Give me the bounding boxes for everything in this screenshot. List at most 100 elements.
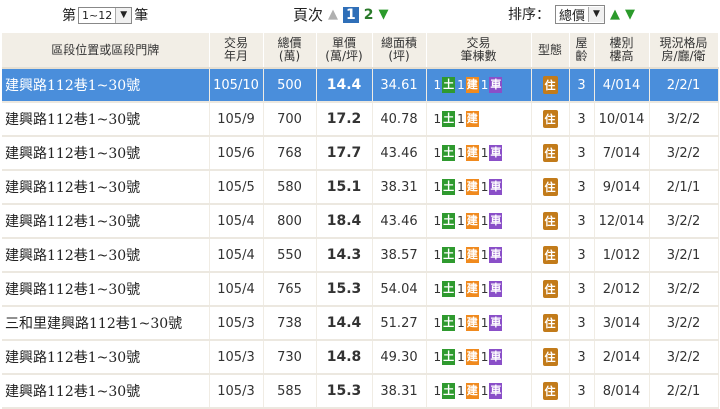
car-count: 1: [480, 146, 489, 160]
table-row[interactable]: 建興路112巷1~30號 105/10 500 14.4 34.61 1 土 1 建 1 車住 3 4/…: [2, 68, 719, 103]
cell-date: 105/4: [209, 272, 264, 307]
chevron-down-icon[interactable]: ▼: [588, 6, 605, 22]
cell-age: 3: [569, 136, 595, 171]
table-row[interactable]: 建興路112巷1~30號 105/3 730 14.8 49.30 1 土 1 建 1 車住 3 2/0…: [2, 340, 719, 375]
cell-unit-price: 15.3: [316, 374, 373, 409]
car-count: 1: [480, 316, 489, 330]
land-count: 1: [433, 248, 442, 262]
table-row[interactable]: 建興路112巷1~30號 105/5 580 15.1 38.31 1 土 1 建 1 車住 3 9/0…: [2, 170, 719, 205]
cell-type: 住: [531, 272, 570, 307]
table-row[interactable]: 建興路112巷1~30號 105/4 800 18.4 43.46 1 土 1 建 1 車住 3 12/…: [2, 204, 719, 239]
building-count: 1: [457, 316, 465, 330]
building-icon: 建: [465, 179, 479, 195]
col-header-type[interactable]: 型態: [531, 33, 570, 69]
land-count: 1: [433, 214, 442, 228]
prev-page-icon[interactable]: ▲: [328, 7, 338, 22]
page-link-2[interactable]: 2: [364, 7, 374, 23]
sort-asc-icon[interactable]: ▲: [610, 7, 620, 22]
range-select[interactable]: 1~12 ▼: [78, 6, 133, 24]
transactions-table: 區段位置或區段門牌 交易 年月 總價 (萬) 單價 (萬/坪) 總面積 (坪) …: [2, 33, 719, 409]
col-header-address[interactable]: 區段位置或區段門牌: [2, 33, 210, 69]
cell-total-price: 800: [263, 204, 317, 239]
cell-type: 住: [531, 136, 570, 171]
cell-unit-price: 14.3: [316, 238, 373, 273]
cell-age: 3: [569, 204, 595, 239]
next-page-icon[interactable]: ▼: [379, 7, 389, 22]
land-icon: 土: [442, 179, 456, 195]
col-header-unit[interactable]: 單價 (萬/坪): [316, 33, 373, 69]
table-row[interactable]: 建興路112巷1~30號 105/6 768 17.7 43.46 1 土 1 建 1 車住 3 7/0…: [2, 136, 719, 171]
car-count: 1: [480, 180, 489, 194]
cell-floor: 2/014: [594, 340, 650, 375]
chevron-down-icon[interactable]: ▼: [115, 7, 132, 23]
building-icon: 建: [465, 315, 479, 331]
cell-layout: 3/2/2: [649, 340, 719, 375]
cell-area: 54.04: [372, 272, 427, 307]
pages-label: 頁次: [293, 6, 324, 24]
cell-area: 38.57: [372, 238, 427, 273]
cell-type: 住: [531, 68, 570, 103]
land-icon: 土: [442, 247, 456, 263]
cell-date: 105/3: [209, 340, 264, 375]
land-icon: 土: [442, 111, 456, 127]
cell-total-price: 580: [263, 170, 317, 205]
cell-layout: 3/2/2: [649, 102, 719, 137]
building-count: 1: [457, 112, 465, 126]
cell-deal-count: 1土1建1車: [426, 170, 532, 205]
cell-address: 建興路112巷1~30號: [2, 68, 210, 103]
cell-deal-count: 1土1建1車: [426, 68, 532, 103]
car-icon: 車: [489, 77, 503, 93]
col-header-deal[interactable]: 交易 筆棟數: [426, 33, 532, 69]
table-row[interactable]: 建興路112巷1~30號 105/9 700 17.2 40.78 1 土 1 建住 3 10/01…: [2, 102, 719, 137]
car-icon: 車: [489, 213, 503, 229]
cell-floor: 9/014: [594, 170, 650, 205]
range-suffix: 筆: [134, 8, 149, 24]
col-header-floor[interactable]: 樓別 樓高: [594, 33, 650, 69]
range-select-value: 1~12: [82, 8, 113, 22]
table-header-row: 區段位置或區段門牌 交易 年月 總價 (萬) 單價 (萬/坪) 總面積 (坪) …: [2, 33, 719, 69]
cell-layout: 3/2/1: [649, 238, 719, 273]
cell-total-price: 730: [263, 340, 317, 375]
residence-type-badge: 住: [542, 382, 558, 400]
cell-unit-price: 18.4: [316, 204, 373, 239]
sort-label: 排序：: [508, 7, 550, 23]
cell-deal-count: 1土1建1車: [426, 340, 532, 375]
cell-type: 住: [531, 340, 570, 375]
cell-age: 3: [569, 374, 595, 409]
cell-date: 105/10: [209, 68, 264, 103]
table-row[interactable]: 建興路112巷1~30號 105/4 550 14.3 38.57 1 土 1 建 1 車住 3 1/0…: [2, 238, 719, 273]
building-icon: 建: [465, 145, 479, 161]
cell-layout: 3/2/2: [649, 204, 719, 239]
car-icon: 車: [489, 383, 503, 399]
cell-deal-count: 1土1建1車: [426, 204, 532, 239]
sort-select[interactable]: 總價 ▼: [555, 4, 606, 24]
building-count: 1: [457, 248, 465, 262]
land-icon: 土: [442, 145, 456, 161]
cell-unit-price: 15.1: [316, 170, 373, 205]
col-header-layout[interactable]: 現況格局 房/廳/衛: [649, 33, 719, 69]
cell-date: 105/5: [209, 170, 264, 205]
car-icon: 車: [489, 247, 503, 263]
cell-type: 住: [531, 204, 570, 239]
land-count: 1: [433, 112, 442, 126]
cell-type: 住: [531, 170, 570, 205]
col-header-area[interactable]: 總面積 (坪): [372, 33, 427, 69]
cell-date: 105/4: [209, 204, 264, 239]
cell-total-price: 550: [263, 238, 317, 273]
cell-type: 住: [531, 102, 570, 137]
cell-address: 建興路112巷1~30號: [2, 204, 210, 239]
cell-deal-count: 1土1建1車: [426, 136, 532, 171]
land-count: 1: [433, 146, 442, 160]
cell-deal-count: 1土1建1車: [426, 238, 532, 273]
table-row[interactable]: 建興路112巷1~30號 105/4 765 15.3 54.04 1 土 1 建 1 車住 3 2/0…: [2, 272, 719, 307]
table-row[interactable]: 建興路112巷1~30號 105/3 585 15.3 38.31 1 土 1 建 1 車住 3 8/0…: [2, 374, 719, 409]
toolbar: 第 1~12 ▼ 筆 頁次 ▲ 1 2 ▼ 排序： 總價 ▼ ▲ ▼: [0, 0, 720, 30]
col-header-age[interactable]: 屋 齡: [569, 33, 595, 69]
col-header-date[interactable]: 交易 年月: [209, 33, 264, 69]
cell-floor: 8/014: [594, 374, 650, 409]
col-header-total[interactable]: 總價 (萬): [263, 33, 317, 69]
table-row[interactable]: 三和里建興路112巷1~30號 105/3 738 14.4 51.27 1 土 1 建 1 車住 3…: [2, 306, 719, 341]
sort-desc-icon[interactable]: ▼: [625, 7, 635, 22]
car-count: 1: [480, 384, 489, 398]
range-selector-group: 第 1~12 ▼ 筆: [62, 5, 148, 25]
